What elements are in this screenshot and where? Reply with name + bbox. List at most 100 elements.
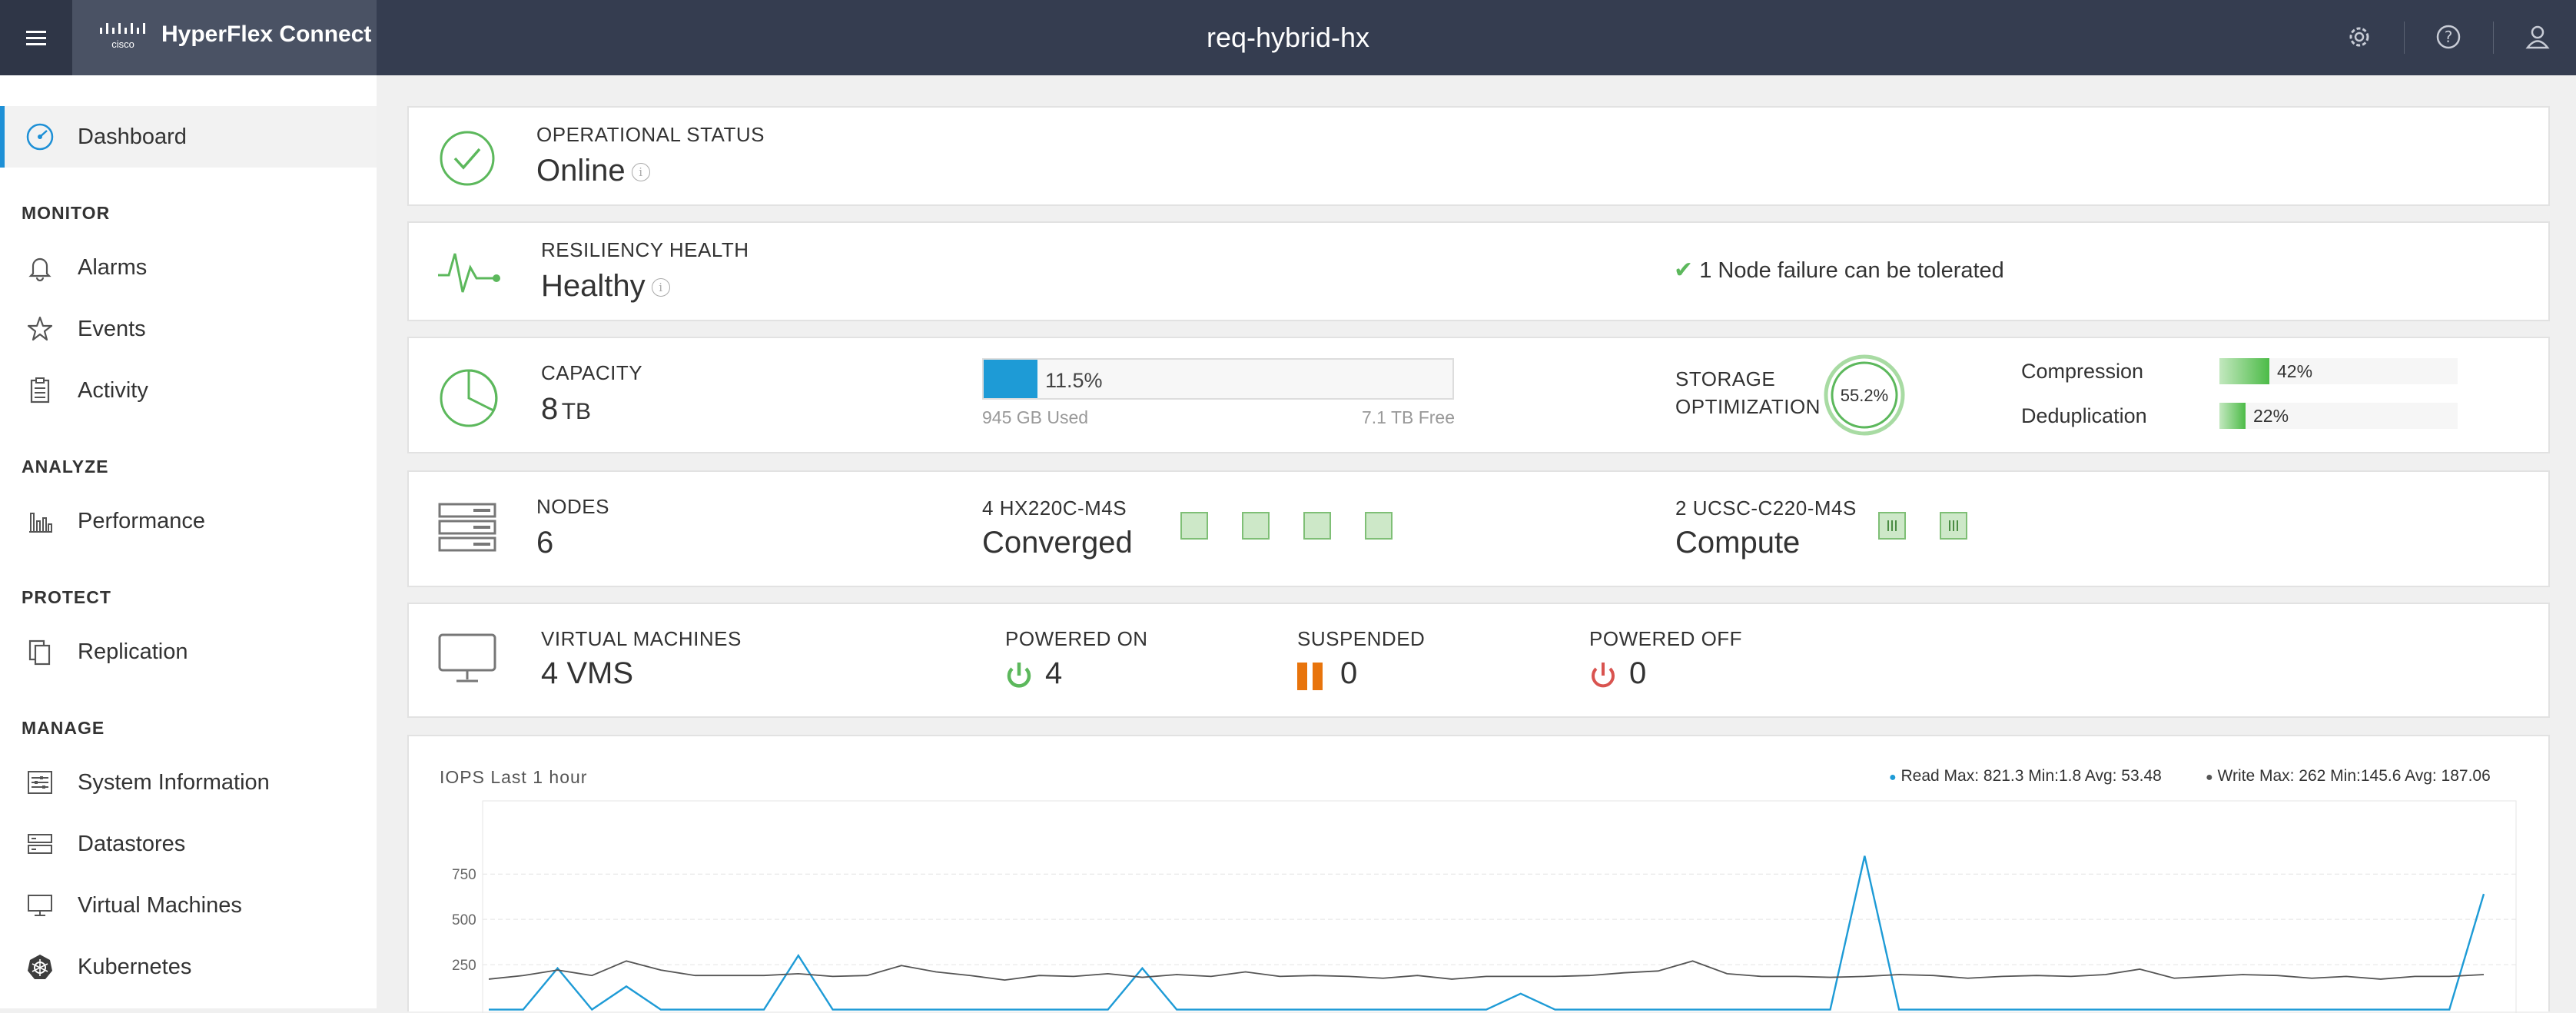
operational-status-value: Online i — [536, 154, 650, 188]
sidebar-item-label: Dashboard — [78, 124, 187, 149]
nodes-card: NODES 6 4 HX220C-M4S Converged 2 UCSC-C2… — [407, 470, 2550, 587]
sidebar-item-dashboard[interactable]: Dashboard — [0, 106, 377, 168]
sidebar-item-replication[interactable]: Replication — [0, 621, 377, 683]
monitor-icon — [23, 888, 57, 922]
section-manage: MANAGE — [22, 718, 105, 738]
sidebar-item-datastores[interactable]: Datastores — [0, 813, 377, 875]
cisco-logo: cisco — [100, 23, 145, 50]
nodes-caption: NODES — [536, 495, 609, 518]
sidebar-item-activity[interactable]: Activity — [0, 360, 377, 421]
converged-node[interactable] — [1303, 512, 1331, 540]
iops-chart-card: IOPS Last 1 hour ● Read Max: 821.3 Min:1… — [407, 735, 2550, 1013]
y-tick-label: 750 — [452, 867, 476, 883]
suspended-count: 0 — [1340, 656, 1358, 690]
resiliency-health-card: RESILIENCY HEALTH Healthy i ✔ 1 Node fail… — [407, 221, 2550, 321]
sidebar-item-performance[interactable]: Performance — [0, 490, 377, 552]
kubernetes-icon — [23, 950, 57, 984]
user-button[interactable] — [2521, 20, 2554, 54]
sidebar-item-label: Alarms — [78, 254, 148, 280]
y-tick-label: 250 — [452, 958, 476, 974]
iops-chart[interactable]: 250 500 750 — [437, 798, 2528, 1013]
help-button[interactable]: ? — [2432, 20, 2465, 54]
pie-chart-icon — [440, 369, 498, 427]
legend-write: ● Write Max: 262 Min:145.6 Avg: 187.06 — [2206, 767, 2491, 785]
sidebar-item-virtual-machines[interactable]: Virtual Machines — [0, 875, 377, 936]
bell-icon — [23, 251, 57, 284]
sidebar-item-label: Datastores — [78, 831, 186, 856]
legend-write-dot: ● — [2206, 771, 2213, 784]
compute-node-icon — [1887, 520, 1897, 531]
info-icon[interactable]: i — [651, 278, 670, 297]
resiliency-health-caption: RESILIENCY HEALTH — [541, 238, 749, 261]
menu-icon — [26, 31, 46, 45]
sidebar-item-label: System Information — [78, 769, 270, 795]
converged-node[interactable] — [1180, 512, 1208, 540]
storage-optimization-caption: OPTIMIZATION — [1675, 395, 1821, 418]
storage-optimization-value: 55.2% — [1841, 386, 1888, 405]
capacity-free-label: 7.1 TB Free — [1362, 407, 1456, 427]
cluster-name: req-hybrid-hx — [1206, 22, 1370, 53]
suspended-caption: SUSPENDED — [1297, 627, 1426, 650]
vms-value: 4 VMS — [541, 656, 634, 690]
capacity-used-label: 945 GB Used — [982, 407, 1089, 427]
heartbeat-icon — [438, 253, 500, 293]
sidebar-item-label: Replication — [78, 639, 188, 664]
compute-node[interactable] — [1878, 512, 1906, 540]
capacity-caption: CAPACITY — [541, 361, 643, 384]
power-on-icon — [1007, 663, 1031, 688]
compression-bar-fill — [2219, 358, 2269, 384]
section-protect: PROTECT — [22, 587, 111, 607]
help-icon: ? — [2436, 25, 2461, 49]
chart-title: IOPS Last 1 hour — [440, 767, 588, 787]
sidebar-item-events[interactable]: Events — [0, 298, 377, 360]
sidebar-item-label: Events — [78, 316, 146, 341]
converged-label: Converged — [982, 526, 1133, 560]
powered-on-caption: POWERED ON — [1005, 627, 1148, 650]
section-analyze: ANALYZE — [22, 457, 109, 477]
user-icon — [2525, 25, 2550, 49]
deduplication-bar-fill — [2219, 403, 2246, 429]
converged-node[interactable] — [1242, 512, 1270, 540]
virtual-machines-card: VIRTUAL MACHINES 4 VMS POWERED ON 4 SUSP… — [407, 603, 2550, 718]
converged-node[interactable] — [1365, 512, 1393, 540]
compute-node[interactable] — [1940, 512, 1967, 540]
legend-read-dot: ● — [1889, 771, 1897, 784]
capacity-card: CAPACITY 8 TB 11.5% 945 GB Used 7.1 TB F… — [407, 337, 2550, 453]
datastore-icon — [23, 827, 57, 861]
sidebar-item-system-information[interactable]: System Information — [0, 752, 377, 813]
copy-icon — [23, 635, 57, 669]
series-line-read[interactable] — [489, 855, 2485, 1011]
capacity-usage-fill — [984, 360, 1038, 398]
deduplication-label: Deduplication — [2021, 404, 2147, 427]
capacity-usage-percent: 11.5% — [1045, 369, 1103, 392]
sidebar-item-label: Performance — [78, 508, 206, 533]
storage-optimization-ring: 55.2% — [1824, 354, 1905, 436]
product-name: HyperFlex Connect — [161, 22, 372, 47]
storage-optimization-caption: STORAGE — [1675, 367, 1776, 390]
sidebar-item-alarms[interactable]: Alarms — [0, 237, 377, 298]
legend-read: ● Read Max: 821.3 Min:1.8 Avg: 53.48 — [1889, 767, 2162, 785]
top-separator — [2493, 22, 2494, 54]
sidebar-item-label: Virtual Machines — [78, 892, 242, 918]
clipboard-icon — [23, 374, 57, 407]
info-icon[interactable]: i — [631, 163, 650, 182]
resiliency-note: ✔ 1 Node failure can be tolerated — [1674, 257, 2004, 283]
menu-button[interactable] — [0, 0, 72, 75]
compute-node-icon — [1949, 520, 1958, 531]
powered-off-count: 0 — [1629, 656, 1647, 690]
check-circle-icon — [440, 131, 495, 186]
dashboard-icon — [23, 120, 57, 154]
svg-text:?: ? — [2445, 28, 2453, 46]
compute-model: 2 UCSC-C220-M4S — [1675, 497, 1857, 520]
sliders-icon — [23, 766, 57, 799]
capacity-usage-bar: 11.5% — [982, 358, 1454, 400]
sidebar-item-kubernetes[interactable]: Kubernetes — [0, 936, 377, 998]
sidebar: Dashboard MONITOR Alarms Events Activity… — [0, 75, 377, 1008]
nodes-value: 6 — [536, 526, 554, 560]
server-stack-icon — [438, 503, 496, 552]
bar-chart-icon — [23, 504, 57, 538]
vms-caption: VIRTUAL MACHINES — [541, 627, 742, 650]
compression-value: 42% — [2277, 361, 2313, 381]
settings-button[interactable] — [2342, 20, 2376, 54]
plot-frame — [482, 800, 2517, 1013]
